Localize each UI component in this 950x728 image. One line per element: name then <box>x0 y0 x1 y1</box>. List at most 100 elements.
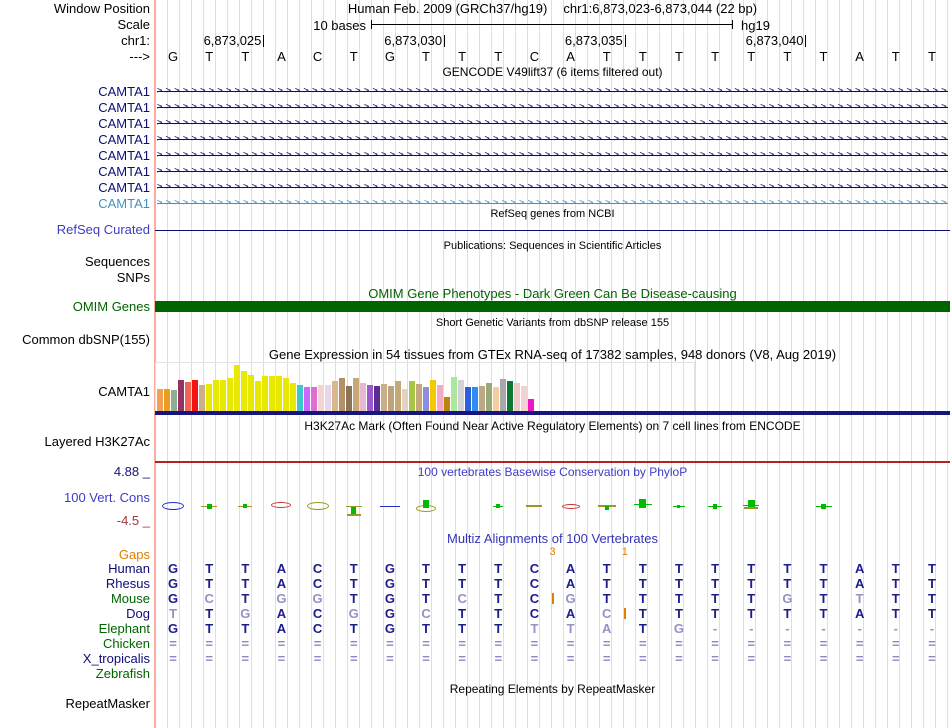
gtex-bar[interactable] <box>157 389 163 411</box>
multiz-gaps-label[interactable]: Gaps <box>0 548 150 561</box>
gtex-bar[interactable] <box>171 390 177 411</box>
multiz-track-title[interactable]: Multiz Alignments of 100 Vertebrates <box>155 532 950 545</box>
gtex-bar[interactable] <box>227 378 233 411</box>
gtex-bar[interactable] <box>367 385 373 411</box>
h3k27ac-track-title[interactable]: H3K27Ac Mark (Often Found Near Active Re… <box>155 420 950 433</box>
gtex-bar[interactable] <box>353 378 359 411</box>
gene-label[interactable]: CAMTA1 <box>0 181 150 194</box>
gtex-bar[interactable] <box>472 387 478 411</box>
species-label[interactable]: Chicken <box>0 637 150 650</box>
gtex-bar[interactable] <box>325 385 331 411</box>
gtex-bar[interactable] <box>178 380 184 411</box>
conservation-label[interactable]: 100 Vert. Cons <box>0 491 150 504</box>
omim-gene-bar[interactable] <box>155 301 950 312</box>
gtex-bar[interactable] <box>339 378 345 411</box>
gene-transcript[interactable]: >>>>>>>>>>>>>>>>>>>>>>>>>>>>>>>>>>>>>>>>… <box>157 198 948 209</box>
gencode-track-title[interactable]: GENCODE V49lift37 (6 items filtered out) <box>155 66 950 79</box>
species-label[interactable]: Mouse <box>0 592 150 605</box>
gtex-bar[interactable] <box>374 386 380 411</box>
gene-label[interactable]: CAMTA1 <box>0 85 150 98</box>
repeatmasker-track-title[interactable]: Repeating Elements by RepeatMasker <box>155 683 950 696</box>
refseq-curated-label[interactable]: RefSeq Curated <box>0 223 150 236</box>
gtex-bar[interactable] <box>360 383 366 411</box>
species-label[interactable]: Zebrafish <box>0 667 150 680</box>
gtex-bar[interactable] <box>423 387 429 411</box>
gtex-bar[interactable] <box>255 381 261 411</box>
gtex-track-title[interactable]: Gene Expression in 54 tissues from GTEx … <box>155 348 950 361</box>
gtex-bar[interactable] <box>213 380 219 411</box>
gtex-bar[interactable] <box>199 385 205 411</box>
gtex-gene-label[interactable]: CAMTA1 <box>0 385 150 398</box>
gene-label[interactable]: CAMTA1 <box>0 165 150 178</box>
gtex-bar[interactable] <box>262 376 268 411</box>
gene-label[interactable]: CAMTA1 <box>0 133 150 146</box>
gtex-bar[interactable] <box>318 385 324 411</box>
gene-transcript[interactable]: >>>>>>>>>>>>>>>>>>>>>>>>>>>>>>>>>>>>>>>>… <box>157 182 948 193</box>
gtex-bar[interactable] <box>528 399 534 411</box>
refseq-track-title[interactable]: RefSeq genes from NCBI <box>155 208 950 221</box>
gtex-bar[interactable] <box>395 381 401 411</box>
omim-genes-label[interactable]: OMIM Genes <box>0 300 150 313</box>
gene-label[interactable]: CAMTA1 <box>0 101 150 114</box>
gene-label[interactable]: CAMTA1 <box>0 117 150 130</box>
gene-label[interactable]: CAMTA1 <box>0 149 150 162</box>
gtex-bar[interactable] <box>304 387 310 411</box>
species-label[interactable]: Dog <box>0 607 150 620</box>
species-label[interactable]: Human <box>0 562 150 575</box>
gtex-bar[interactable] <box>486 383 492 411</box>
dbsnp-track-title[interactable]: Short Genetic Variants from dbSNP releas… <box>155 317 950 330</box>
gtex-bar[interactable] <box>500 379 506 411</box>
refseq-curated-line[interactable] <box>155 230 950 231</box>
gtex-bar[interactable] <box>465 387 471 411</box>
gtex-bar[interactable] <box>311 387 317 411</box>
gtex-bar[interactable] <box>234 365 240 411</box>
gtex-bar[interactable] <box>458 380 464 411</box>
gene-transcript[interactable]: >>>>>>>>>>>>>>>>>>>>>>>>>>>>>>>>>>>>>>>>… <box>157 102 948 113</box>
gene-label[interactable]: CAMTA1 <box>0 197 150 210</box>
gene-transcript[interactable]: >>>>>>>>>>>>>>>>>>>>>>>>>>>>>>>>>>>>>>>>… <box>157 134 948 145</box>
gene-transcript[interactable]: >>>>>>>>>>>>>>>>>>>>>>>>>>>>>>>>>>>>>>>>… <box>157 150 948 161</box>
gtex-bar[interactable] <box>388 386 394 411</box>
gtex-bar[interactable] <box>276 376 282 411</box>
gtex-bar[interactable] <box>290 383 296 411</box>
species-label[interactable]: X_tropicalis <box>0 652 150 665</box>
gtex-bar[interactable] <box>346 386 352 411</box>
layered-h3k27ac-label[interactable]: Layered H3K27Ac <box>0 435 150 448</box>
gtex-bar[interactable] <box>451 377 457 411</box>
publications-sequences-label[interactable]: Sequences <box>0 255 150 268</box>
gtex-bar[interactable] <box>241 371 247 411</box>
gtex-bar[interactable] <box>479 386 485 411</box>
publications-snps-label[interactable]: SNPs <box>0 271 150 284</box>
gene-transcript[interactable]: >>>>>>>>>>>>>>>>>>>>>>>>>>>>>>>>>>>>>>>>… <box>157 118 948 129</box>
repeatmasker-label[interactable]: RepeatMasker <box>0 697 150 710</box>
gtex-bar[interactable] <box>206 384 212 411</box>
species-label[interactable]: Elephant <box>0 622 150 635</box>
publications-track-title[interactable]: Publications: Sequences in Scientific Ar… <box>155 240 950 253</box>
gtex-bar[interactable] <box>283 378 289 411</box>
gtex-bar[interactable] <box>192 380 198 411</box>
gtex-bar[interactable] <box>493 387 499 411</box>
gtex-bar[interactable] <box>430 380 436 411</box>
common-dbsnp-label[interactable]: Common dbSNP(155) <box>0 333 150 346</box>
gtex-bar[interactable] <box>185 382 191 411</box>
gtex-bar[interactable] <box>164 389 170 411</box>
gtex-bar[interactable] <box>269 376 275 411</box>
gtex-bar[interactable] <box>514 383 520 411</box>
gtex-bar[interactable] <box>297 385 303 411</box>
species-label[interactable]: Rhesus <box>0 577 150 590</box>
gene-transcript[interactable]: >>>>>>>>>>>>>>>>>>>>>>>>>>>>>>>>>>>>>>>>… <box>157 166 948 177</box>
gene-transcript[interactable]: >>>>>>>>>>>>>>>>>>>>>>>>>>>>>>>>>>>>>>>>… <box>157 86 948 97</box>
omim-track-title[interactable]: OMIM Gene Phenotypes - Dark Green Can Be… <box>155 287 950 300</box>
gtex-bar[interactable] <box>409 381 415 411</box>
gtex-bar[interactable] <box>507 381 513 411</box>
gtex-bar[interactable] <box>416 384 422 411</box>
gtex-bar[interactable] <box>248 375 254 411</box>
conservation-track-title[interactable]: 100 vertebrates Basewise Conservation by… <box>155 466 950 479</box>
gtex-bar[interactable] <box>381 384 387 411</box>
gtex-bar[interactable] <box>444 397 450 411</box>
gtex-bar[interactable] <box>521 386 527 411</box>
gtex-bar[interactable] <box>402 389 408 411</box>
gtex-bar[interactable] <box>332 381 338 411</box>
gtex-bar[interactable] <box>437 385 443 411</box>
gtex-bar[interactable] <box>220 380 226 411</box>
